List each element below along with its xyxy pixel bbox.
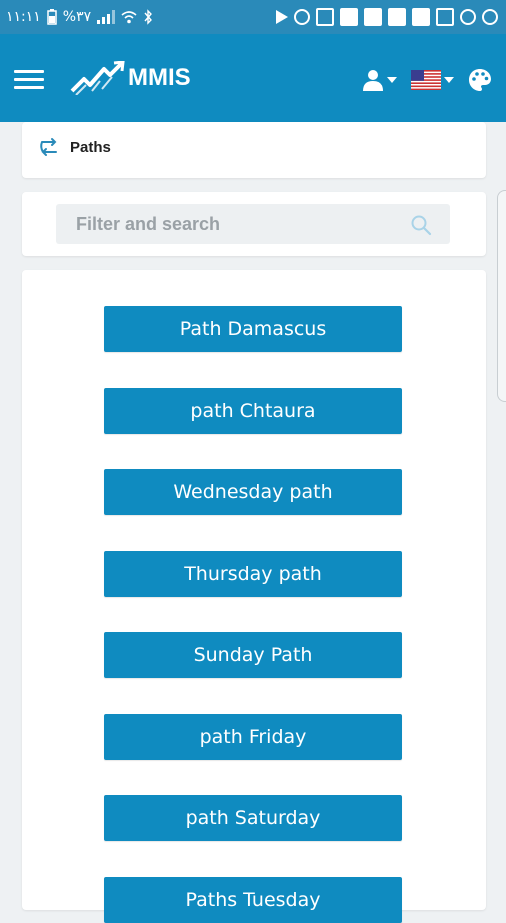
app-logo: MMIS <box>70 61 191 95</box>
brand-name: MMIS <box>128 64 191 91</box>
path-button[interactable]: path Saturday <box>104 795 402 841</box>
play-icon <box>276 10 288 24</box>
edge-panel-handle[interactable] <box>497 190 506 402</box>
battery-icon <box>47 9 57 25</box>
breadcrumb: Paths <box>38 136 111 158</box>
path-button[interactable]: Wednesday path <box>104 469 402 515</box>
instagram-icon <box>294 9 310 25</box>
search-icon[interactable] <box>410 214 432 236</box>
bluetooth-icon <box>144 9 153 25</box>
search-input[interactable] <box>56 212 418 236</box>
mail-icon <box>316 8 334 26</box>
page-title: Paths <box>70 138 111 156</box>
paths-list-card: Path Damascus path Chtaura Wednesday pat… <box>22 270 486 923</box>
hamburger-icon[interactable] <box>14 70 44 90</box>
sync-icon <box>460 9 476 25</box>
path-button[interactable]: Paths Tuesday <box>104 877 402 923</box>
search-box <box>56 204 450 244</box>
wifi-icon <box>121 11 137 24</box>
user-menu-button[interactable] <box>362 69 397 91</box>
chevron-down-icon <box>444 77 454 83</box>
path-button[interactable]: Sunday Path <box>104 632 402 678</box>
logo-chart-icon <box>70 61 125 95</box>
app-bar-actions <box>362 68 492 92</box>
path-button[interactable]: path Friday <box>104 714 402 760</box>
notification-icon <box>364 8 382 26</box>
notification-icon <box>412 8 430 26</box>
language-menu-button[interactable] <box>411 70 454 90</box>
sync-icon <box>482 9 498 25</box>
status-time: ١١:١١ <box>6 9 41 25</box>
app-bar: MMIS <box>0 34 506 122</box>
swap-arrows-icon <box>40 138 57 156</box>
path-button[interactable]: path Chtaura <box>104 388 402 434</box>
breadcrumb-card: Paths <box>22 122 486 178</box>
status-notifications <box>276 8 506 26</box>
status-left: ١١:١١ %٣٧ <box>0 9 153 25</box>
status-bar: ١١:١١ %٣٧ <box>0 0 506 34</box>
search-card <box>22 192 486 256</box>
signal-icon <box>97 10 116 24</box>
palette-icon[interactable] <box>468 68 492 92</box>
notification-icon <box>388 8 406 26</box>
gallery-icon <box>436 8 454 26</box>
notification-icon <box>340 8 358 26</box>
chevron-down-icon <box>387 77 397 83</box>
path-button[interactable]: Path Damascus <box>104 306 402 352</box>
battery-percent: %٣٧ <box>62 9 92 25</box>
path-button[interactable]: Thursday path <box>104 551 402 597</box>
us-flag-icon <box>411 70 441 90</box>
user-icon <box>363 70 383 91</box>
